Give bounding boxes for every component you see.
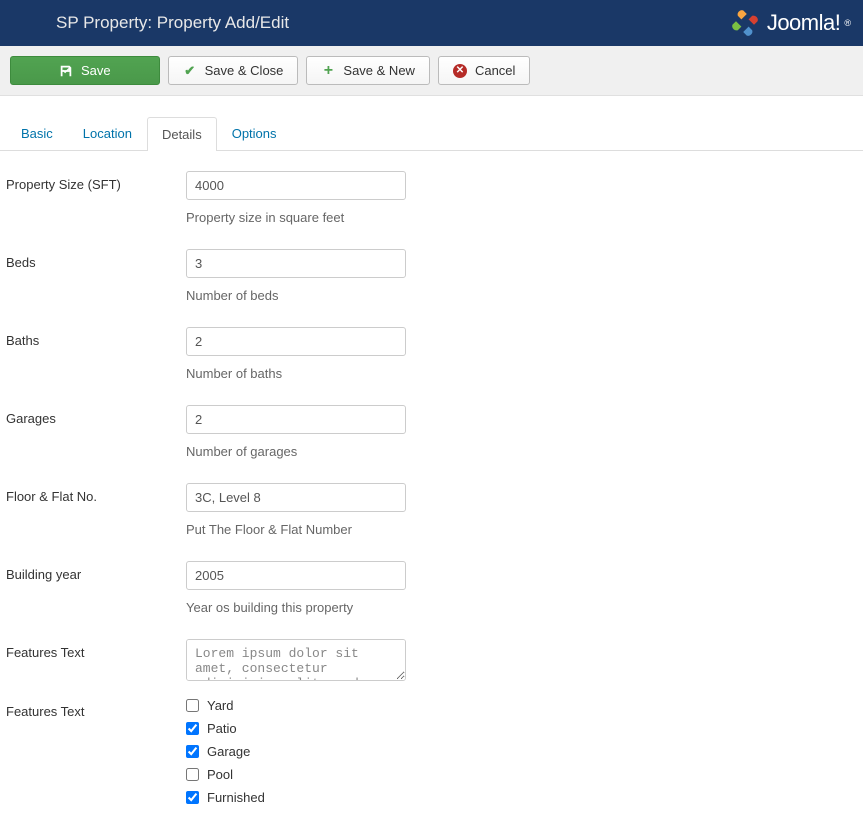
joomla-brand-text: Joomla! xyxy=(767,10,841,36)
page-header: SP Property: Property Add/Edit Joomla!® xyxy=(0,0,863,46)
help-beds: Number of beds xyxy=(186,288,406,303)
label-garages: Garages xyxy=(6,405,186,426)
input-baths[interactable] xyxy=(186,327,406,356)
save-close-button[interactable]: ✔ Save & Close xyxy=(168,56,299,85)
plus-icon: + xyxy=(321,64,335,78)
tab-basic[interactable]: Basic xyxy=(6,116,68,150)
label-features-text: Features Text xyxy=(6,639,186,660)
input-beds[interactable] xyxy=(186,249,406,278)
row-garages: Garages Number of garages xyxy=(6,405,857,469)
checkbox-yard[interactable]: Yard xyxy=(186,698,265,713)
help-building-year: Year os building this property xyxy=(186,600,406,615)
label-features-checkboxes: Features Text xyxy=(6,698,186,719)
cancel-button[interactable]: ✕ Cancel xyxy=(438,56,530,85)
tab-details[interactable]: Details xyxy=(147,117,217,151)
row-beds: Beds Number of beds xyxy=(6,249,857,313)
row-baths: Baths Number of baths xyxy=(6,327,857,391)
label-property-size: Property Size (SFT) xyxy=(6,171,186,192)
cancel-icon: ✕ xyxy=(453,64,467,78)
tab-options[interactable]: Options xyxy=(217,116,292,150)
help-garages: Number of garages xyxy=(186,444,406,459)
save-new-button[interactable]: + Save & New xyxy=(306,56,430,85)
help-property-size: Property size in square feet xyxy=(186,210,406,225)
checkbox-input-furnished[interactable] xyxy=(186,791,199,804)
row-floor-flat: Floor & Flat No. Put The Floor & Flat Nu… xyxy=(6,483,857,547)
checkbox-input-pool[interactable] xyxy=(186,768,199,781)
form-area: Property Size (SFT) Property size in squ… xyxy=(0,151,863,839)
row-property-size: Property Size (SFT) Property size in squ… xyxy=(6,171,857,235)
checkbox-input-patio[interactable] xyxy=(186,722,199,735)
check-icon: ✔ xyxy=(183,64,197,78)
label-beds: Beds xyxy=(6,249,186,270)
tabs: Basic Location Details Options xyxy=(0,100,863,151)
help-baths: Number of baths xyxy=(186,366,406,381)
checkbox-furnished[interactable]: Furnished xyxy=(186,790,265,805)
save-button[interactable]: Save xyxy=(10,56,160,85)
joomla-logo: Joomla!® xyxy=(727,5,851,41)
input-floor-flat[interactable] xyxy=(186,483,406,512)
registered-mark: ® xyxy=(844,18,851,28)
label-baths: Baths xyxy=(6,327,186,348)
textarea-features-text[interactable]: Lorem ipsum dolor sit amet, consectetur … xyxy=(186,639,406,681)
label-floor-flat: Floor & Flat No. xyxy=(6,483,186,504)
tab-location[interactable]: Location xyxy=(68,116,147,150)
input-building-year[interactable] xyxy=(186,561,406,590)
row-building-year: Building year Year os building this prop… xyxy=(6,561,857,625)
checkbox-input-garage[interactable] xyxy=(186,745,199,758)
joomla-icon xyxy=(727,5,763,41)
checkbox-input-yard[interactable] xyxy=(186,699,199,712)
input-garages[interactable] xyxy=(186,405,406,434)
save-icon xyxy=(59,64,73,78)
help-floor-flat: Put The Floor & Flat Number xyxy=(186,522,406,537)
page-title: SP Property: Property Add/Edit xyxy=(56,13,289,33)
toolbar: Save ✔ Save & Close + Save & New ✕ Cance… xyxy=(0,46,863,96)
input-property-size[interactable] xyxy=(186,171,406,200)
checkbox-garage[interactable]: Garage xyxy=(186,744,265,759)
checkbox-patio[interactable]: Patio xyxy=(186,721,265,736)
checkbox-pool[interactable]: Pool xyxy=(186,767,265,782)
row-features-text: Features Text Lorem ipsum dolor sit amet… xyxy=(6,639,857,684)
label-building-year: Building year xyxy=(6,561,186,582)
